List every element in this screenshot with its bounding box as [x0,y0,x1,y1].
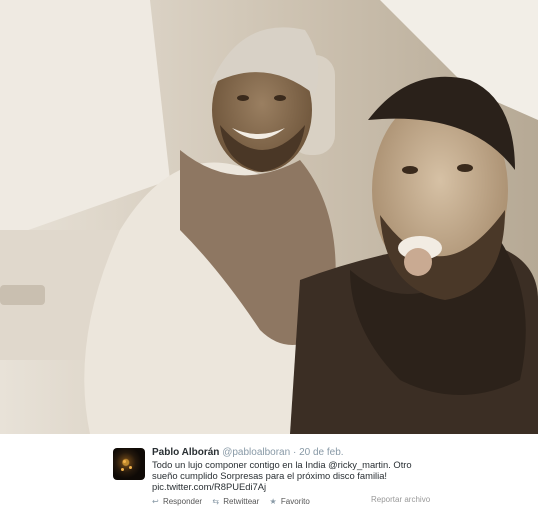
tweet-text-line: sueño cumplido Sorpresas para el próximo… [152,470,388,481]
tweet-link[interactable]: pic.twitter.com/R8PUEdi7Aj [152,481,422,492]
author-handle[interactable]: @pabloalboran [222,447,290,458]
reply-label: Responder [162,497,203,506]
favorite-label: Favorito [280,497,310,506]
retweet-label: Retwittear [223,497,260,506]
tweet-photo[interactable] [0,0,538,434]
retweet-icon: ⇆ [212,497,220,506]
author-name[interactable]: Pablo Alborán [152,447,219,458]
retweet-button[interactable]: ⇆ Retwittear [212,497,259,506]
star-icon: ★ [269,497,277,506]
tweet-card: Pablo Alborán @pabloalboran · 20 de feb.… [0,434,538,510]
photo-illustration [0,0,538,434]
tweet-text: Todo un lujo componer contigo en la Indi… [152,459,422,492]
tweet-header: Pablo Alborán @pabloalboran · 20 de feb. [152,447,344,458]
separator: · [292,447,297,458]
tweet-text-line: Todo un lujo componer contigo en la Indi… [152,459,412,470]
reply-button[interactable]: ↩ Responder [152,497,202,506]
avatar[interactable] [113,448,145,480]
report-link[interactable]: Reportar archivo [371,495,430,504]
tweet-date[interactable]: 20 de feb. [299,447,343,458]
tweet-actions: ↩ Responder ⇆ Retwittear ★ Favorito [152,497,318,506]
favorite-button[interactable]: ★ Favorito [270,497,310,506]
reply-icon: ↩ [152,497,159,506]
